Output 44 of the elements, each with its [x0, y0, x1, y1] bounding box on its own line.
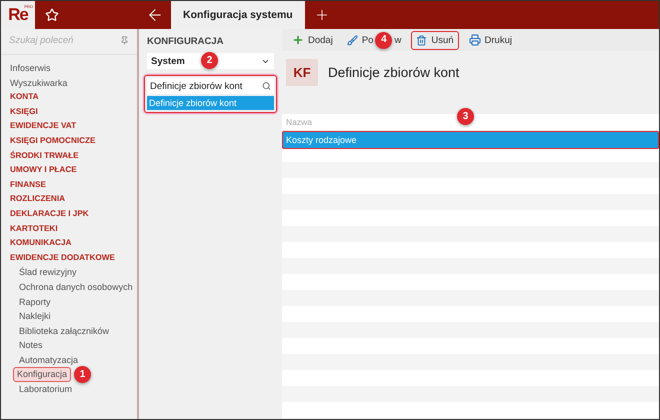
- menu-item[interactable]: Wyszukiwarka: [10, 76, 68, 90]
- menu-item[interactable]: Ochrona danych osobowych: [16, 280, 136, 294]
- toolbar-button[interactable]: Po 4 w: [342, 28, 406, 52]
- menu-item[interactable]: Automatyzacja: [16, 352, 82, 368]
- button-label: w: [394, 34, 402, 46]
- menu-section[interactable]: EWIDENCJE DODATKOWE: [10, 250, 115, 266]
- menu-item[interactable]: Laboratorium: [16, 382, 76, 397]
- page-title: Definicje zbiorów kont: [328, 65, 460, 80]
- callout-number: 1: [74, 366, 92, 384]
- tab[interactable]: Konfiguracja systemu: [171, 1, 305, 29]
- menu-section[interactable]: KSIĘGI: [10, 104, 38, 120]
- menu-section[interactable]: KONTA: [10, 90, 38, 105]
- menu-section[interactable]: UMOWY I PŁACE: [10, 163, 77, 178]
- menu-section[interactable]: KARTOTEKI: [10, 222, 58, 236]
- toolbar-button[interactable]: Drukuj: [464, 31, 516, 49]
- menu-section[interactable]: ŚRODKI TRWAŁE: [10, 148, 79, 164]
- menu-item[interactable]: Naklejki: [16, 309, 54, 324]
- menu-section[interactable]: DEKLARACJE I JPK: [10, 206, 89, 222]
- menu-item[interactable]: Ślad rewizyjny: [16, 265, 80, 280]
- menu-item[interactable]: Biblioteka załączników: [16, 324, 112, 338]
- toolbar-button[interactable]: Usuń: [411, 30, 459, 50]
- menu-section[interactable]: KSIĘGI POMOCNICZE: [10, 134, 96, 149]
- menu-section[interactable]: ROZLICZENIA: [10, 192, 66, 207]
- toolbar-button[interactable]: Dodaj: [288, 31, 337, 49]
- brush-icon: [346, 34, 358, 46]
- panel-heading: KONFIGURACJA: [147, 36, 225, 47]
- menu-item[interactable]: Infoserwis: [10, 61, 51, 76]
- menu-section[interactable]: KOMUNIKACJA: [10, 236, 72, 251]
- table-cell: Koszty rodzajowe: [286, 135, 357, 145]
- search-field[interactable]: Definicje zbiorów kont: [147, 78, 274, 94]
- menu-section[interactable]: FINANSE: [10, 178, 46, 192]
- menu-item[interactable]: Notes: [16, 338, 46, 353]
- callout-number: 3: [457, 108, 474, 125]
- menu-section[interactable]: EWIDENCJE VAT: [10, 119, 76, 134]
- callout-number: 4: [375, 32, 392, 48]
- button-label: Po: [362, 34, 374, 46]
- printer-icon: [468, 34, 481, 46]
- initials-tile: KF: [286, 59, 318, 86]
- star-icon[interactable]: [45, 8, 59, 22]
- plus-icon: [292, 34, 304, 46]
- trash-icon: [416, 34, 428, 46]
- menu-item[interactable]: Raporty: [16, 294, 54, 310]
- pin-icon[interactable]: [120, 36, 129, 45]
- search-icon[interactable]: [262, 81, 271, 91]
